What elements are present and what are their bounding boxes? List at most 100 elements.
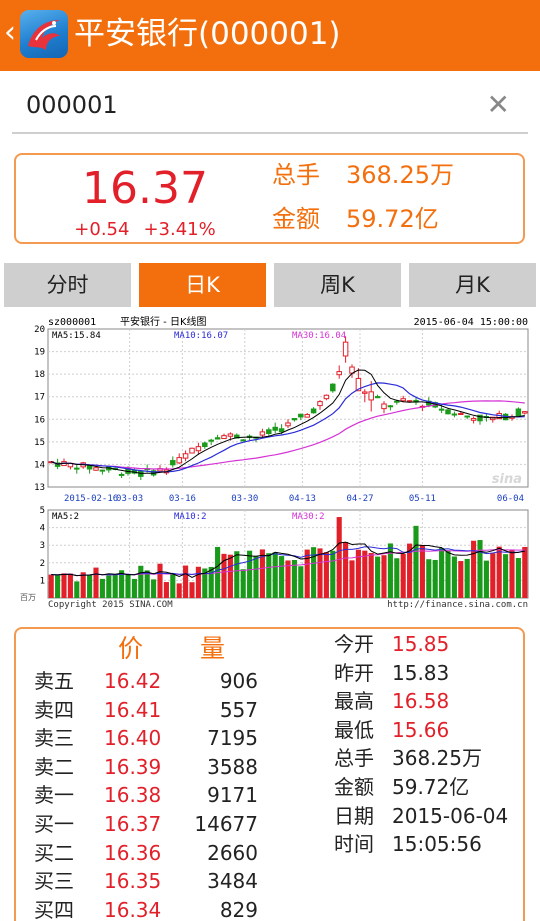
volume-bar [394, 558, 400, 598]
volume-value: 368.25万 [346, 161, 454, 189]
y-tick-label: 13 [34, 483, 45, 493]
tab-timeshare[interactable]: 分时 [4, 263, 131, 307]
volume-bar [266, 553, 272, 598]
volume-bar [87, 574, 93, 598]
volume-bar [183, 565, 189, 598]
order-volume: 829 [219, 897, 258, 921]
volume-bar [170, 574, 176, 598]
candle-body [470, 418, 477, 421]
info-value: 15.66 [392, 717, 450, 742]
candle-body [406, 400, 413, 403]
volume-bar [144, 570, 150, 598]
x-tick-label: 04-13 [289, 494, 316, 504]
order-row: 卖四 16.41 557 [16, 696, 266, 724]
candle-body [330, 383, 336, 392]
tab-weekly-k[interactable]: 周K [274, 263, 401, 307]
order-row: 买二 16.36 2660 [16, 839, 266, 867]
tab-daily-k[interactable]: 日K [139, 263, 266, 307]
chevron-left-icon[interactable]: ‹ [4, 18, 16, 48]
candle-body [522, 411, 528, 414]
volume-bar [138, 565, 144, 598]
order-row: 买三 16.35 3484 [16, 867, 266, 895]
order-price: 16.38 [104, 783, 162, 808]
ma5-label: MA5:15.84 [52, 331, 101, 341]
candle-body [374, 396, 381, 399]
x-tick-label: 06-04 [497, 494, 524, 504]
vol-y-tick-label: 1 [40, 576, 45, 586]
candle-body [278, 428, 285, 433]
search-bar[interactable]: 000001 ✕ [12, 80, 528, 134]
volume-bar [439, 548, 445, 598]
volume-bar [515, 558, 521, 598]
order-volume: 7195 [207, 726, 258, 751]
volume-bar [272, 552, 278, 598]
volume-bar [112, 574, 118, 598]
close-icon[interactable]: ✕ [487, 90, 510, 120]
candle-body [400, 398, 406, 402]
chart-copyright: Copyright 2015 SINA.COM [48, 600, 173, 610]
search-input[interactable]: 000001 [26, 90, 118, 120]
volume-bar [458, 561, 464, 598]
candle-body [202, 442, 208, 448]
candle-body [266, 429, 272, 434]
volume-bar [464, 558, 470, 598]
candle-body [240, 439, 246, 442]
kline-chart[interactable]: sz000001 平安银行 - 日K线图 2015-06-04 15:00:00… [0, 313, 540, 613]
info-value: 15.85 [392, 632, 450, 656]
order-row: 卖二 16.39 3588 [16, 753, 266, 781]
order-label: 卖三 [34, 726, 74, 751]
vol-unit: 百万 [20, 593, 36, 602]
candle-body [221, 435, 227, 440]
candle-body [310, 408, 317, 414]
volume-bar [157, 563, 163, 598]
volume-bar [323, 552, 329, 598]
candle-body [464, 415, 470, 418]
vol-y-tick-label: 2 [40, 559, 45, 569]
order-volume: 14677 [194, 812, 258, 836]
info-row: 最高 16.58 [334, 687, 449, 715]
candle-body [74, 467, 80, 470]
info-label: 最低 [334, 717, 374, 742]
volume-bar [227, 554, 233, 598]
volume-bar [413, 525, 419, 598]
info-value: 2015-06-04 [392, 803, 509, 828]
order-price: 16.40 [104, 726, 162, 751]
chart-url: http://finance.sina.com.cn [387, 600, 528, 610]
order-volume: 9171 [207, 783, 258, 808]
order-row: 卖三 16.40 7195 [16, 724, 266, 752]
info-label: 时间 [334, 832, 374, 857]
volume-bar [317, 548, 323, 598]
x-tick-label: 03-30 [231, 494, 258, 504]
amount-value: 59.72亿 [346, 205, 439, 233]
change-percent: +3.41% [143, 219, 216, 240]
tab-monthly-k[interactable]: 月K [409, 263, 536, 307]
info-value: 15:05:56 [392, 832, 482, 857]
info-row: 今开 15.85 [334, 630, 449, 658]
volume-bar [176, 583, 182, 598]
candle-body [170, 460, 176, 466]
info-row: 昨开 15.83 [334, 659, 449, 687]
x-tick-label: 03-16 [169, 494, 196, 504]
candle-body [176, 457, 182, 464]
volume-bar [106, 575, 112, 598]
candle-body [304, 414, 310, 418]
y-tick-label: 20 [34, 325, 45, 335]
order-price: 16.36 [104, 840, 162, 865]
info-row: 总手 368.25万 [334, 744, 482, 772]
candle-body [445, 409, 451, 415]
app-header: ‹ 平安银行(000001) [0, 0, 540, 71]
candle-body [451, 413, 458, 416]
volume-bar [240, 569, 246, 598]
info-label: 日期 [334, 803, 374, 828]
volume-bar [48, 574, 54, 598]
order-volume: 557 [219, 697, 258, 722]
info-value: 368.25万 [392, 746, 482, 771]
vol-ma10-label: MA10:2 [174, 512, 207, 522]
order-row: 卖五 16.42 906 [16, 667, 266, 695]
volume-bar [503, 554, 509, 598]
order-volume: 2660 [207, 840, 258, 865]
candle-body [195, 446, 202, 452]
candle-body [118, 473, 125, 476]
order-row: 买一 16.37 14677 [16, 810, 266, 838]
quote-summary: 16.37 +0.54 +3.41% 总手 368.25万 金额 59.72亿 [14, 153, 525, 244]
